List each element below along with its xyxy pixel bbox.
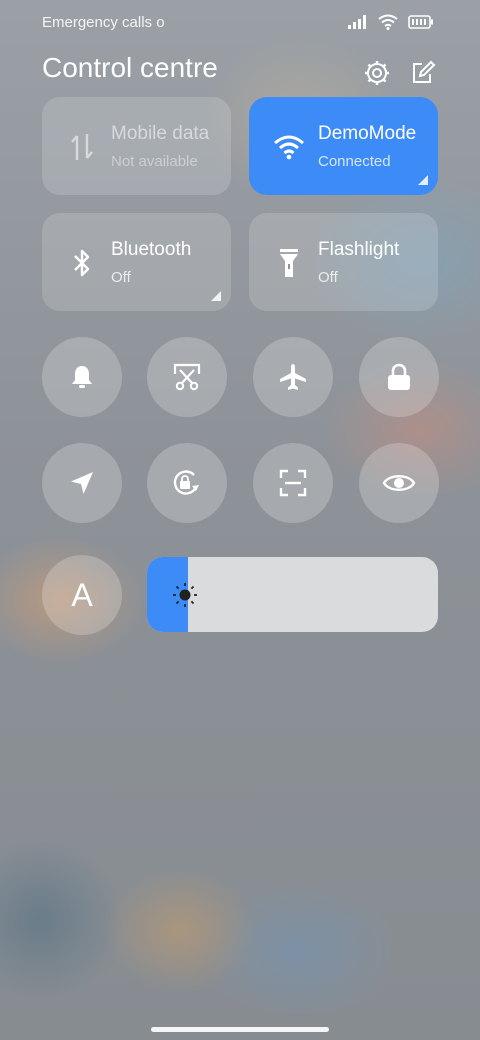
tile-flashlight-label: Flashlight [318,239,400,260]
location-icon [71,472,93,494]
home-indicator[interactable] [151,1027,329,1032]
lock-icon [388,363,410,390]
toggle-mute[interactable] [42,337,122,417]
status-icons [348,14,434,30]
font-size-button[interactable]: A [42,555,122,635]
expand-corner-icon[interactable] [418,175,428,185]
toggle-screenshot[interactable] [147,337,227,417]
flashlight-icon [273,247,305,279]
tile-bluetooth-label: Bluetooth [111,239,192,260]
sun-icon [173,583,197,607]
tile-mobile-data[interactable]: Mobile data Not available [42,97,231,195]
scanner-icon [279,469,307,497]
toggle-location[interactable] [42,443,122,523]
screenshot-icon [173,363,201,391]
font-size-label: A [71,576,93,613]
airplane-icon [280,364,306,390]
tile-mobile-data-status: Not available [111,153,198,170]
toggle-rotation-lock[interactable] [147,443,227,523]
tile-flashlight-status: Off [318,269,338,286]
wifi-icon [378,14,398,30]
tile-wifi[interactable]: DemoMode Connected [249,97,438,195]
mobile-data-icon [66,131,98,163]
tile-wifi-status: Connected [318,153,391,170]
status-bar: Emergency calls o [0,0,480,48]
eye-icon [382,475,416,491]
auto-rotate-icon [173,470,199,495]
expand-corner-icon[interactable] [211,291,221,301]
toggle-reading-mode[interactable] [359,443,439,523]
status-carrier-text: Emergency calls o [42,14,165,31]
tile-wifi-label: DemoMode [318,123,417,144]
tile-mobile-data-label: Mobile data [111,123,210,144]
signal-icon [348,15,366,29]
edit-icon[interactable] [410,60,436,86]
wifi-icon [273,131,305,163]
tile-flashlight[interactable]: Flashlight Off [249,213,438,311]
tile-bluetooth-status: Off [111,269,131,286]
brightness-slider[interactable] [147,557,438,632]
tile-bluetooth[interactable]: Bluetooth Off [42,213,231,311]
bell-icon [72,366,92,388]
settings-icon[interactable] [364,60,390,86]
toggle-scanner[interactable] [253,443,333,523]
page-title: Control centre [42,52,218,83]
toggle-lock-screen[interactable] [359,337,439,417]
toggle-airplane-mode[interactable] [253,337,333,417]
battery-icon [408,15,433,29]
bluetooth-icon [66,247,98,279]
